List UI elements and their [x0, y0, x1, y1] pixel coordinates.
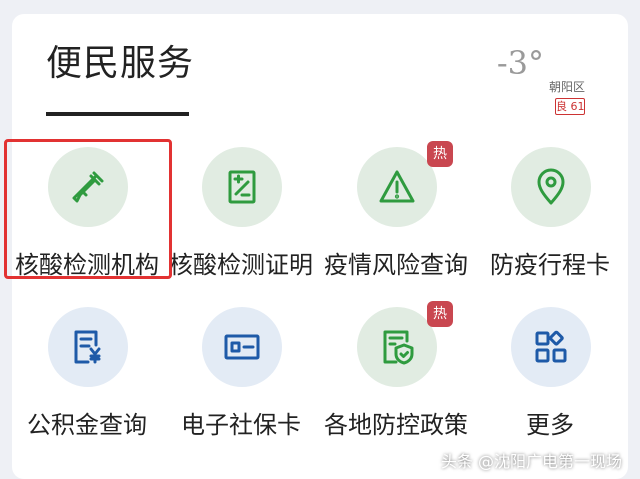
service-item-more[interactable]: 更多 — [471, 307, 629, 457]
icon-background — [48, 307, 128, 387]
id-card-icon — [224, 334, 260, 360]
service-item-travel-card[interactable]: 防疫行程卡 — [471, 147, 629, 297]
warning-icon — [379, 170, 415, 203]
service-label: 防疫行程卡 — [490, 251, 610, 279]
service-item-social-security-card[interactable]: 电子社保卡 — [162, 307, 320, 457]
highlight-box — [4, 139, 172, 279]
icon-background — [202, 307, 282, 387]
page-title: 便民服务 — [46, 43, 195, 84]
watermark: 头条 @沈阳广电第一现场 — [440, 452, 622, 471]
yuan-document-icon — [74, 330, 101, 364]
temperature: -3° — [496, 44, 544, 82]
aqi-badge: 良 61 — [555, 98, 585, 115]
icon-background — [511, 307, 591, 387]
shield-document-icon — [383, 330, 414, 365]
title-underline — [46, 112, 189, 116]
icon-background — [202, 147, 282, 227]
location-pin-icon — [537, 168, 565, 205]
hot-badge: 热 — [427, 301, 453, 327]
hot-badge: 热 — [427, 141, 453, 167]
certificate-icon — [228, 170, 256, 204]
service-label: 疫情风险查询 — [324, 251, 468, 279]
service-item-local-prevention-policy[interactable]: 热 各地防控政策 — [317, 301, 475, 457]
service-item-nucleic-test-certificate[interactable]: 核酸检测证明 — [162, 147, 320, 297]
service-label: 各地防控政策 — [324, 411, 468, 439]
service-label: 电子社保卡 — [181, 411, 301, 439]
service-item-epidemic-risk-query[interactable]: 热 疫情风险查询 — [317, 141, 475, 297]
service-label: 公积金查询 — [27, 411, 147, 439]
grid-icon — [535, 330, 567, 363]
service-label: 核酸检测证明 — [169, 251, 313, 279]
weather-widget[interactable]: -3° 朝阳区 良 61 — [410, 38, 610, 115]
icon-background — [357, 307, 437, 387]
icon-background — [511, 147, 591, 227]
service-item-housing-fund-query[interactable]: 公积金查询 — [8, 307, 166, 457]
icon-background — [357, 147, 437, 227]
service-label: 更多 — [526, 411, 574, 439]
district-label: 朝阳区 — [548, 80, 585, 94]
